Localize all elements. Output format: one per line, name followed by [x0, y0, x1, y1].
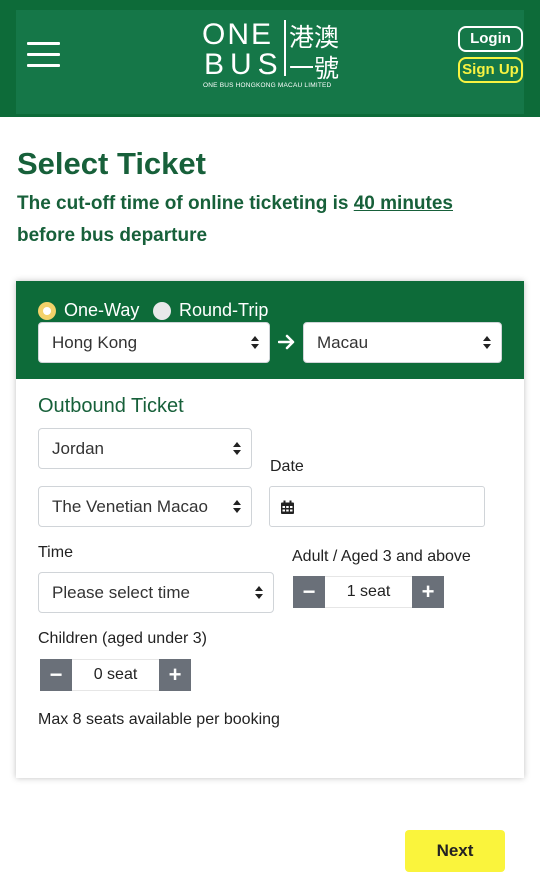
adult-minus-button[interactable]: −: [293, 576, 325, 608]
from-value: Hong Kong: [52, 333, 138, 352]
date-input[interactable]: [269, 486, 485, 527]
logo-text-zh-2: 一號: [289, 54, 340, 83]
select-caret-icon: [251, 336, 259, 350]
radio-unchecked-icon: [153, 301, 171, 320]
notice-prefix: The cut-off time of online ticketing is: [17, 193, 354, 214]
select-caret-icon: [255, 586, 263, 600]
notice-suffix: before bus departure: [17, 225, 208, 246]
route-panel: One-Way Round-Trip Hong Kong Macau: [16, 281, 524, 379]
one-way-radio[interactable]: One-Way: [38, 300, 139, 321]
time-label: Time: [38, 544, 73, 561]
select-caret-icon: [233, 500, 241, 514]
to-value: Macau: [317, 333, 369, 352]
menu-icon[interactable]: [27, 40, 60, 68]
adult-plus-button[interactable]: +: [412, 576, 444, 608]
one-way-label: One-Way: [64, 300, 140, 320]
logo-divider: [284, 20, 286, 76]
select-caret-icon: [233, 442, 241, 456]
date-label: Date: [270, 458, 304, 475]
from-select[interactable]: Hong Kong: [38, 322, 270, 363]
children-seat-count: 0 seat: [72, 659, 159, 691]
one-bus-logo[interactable]: ONE BUS 港澳 一號 ONE BUS HONGKONG MACAU LIM…: [200, 18, 345, 94]
dropoff-select[interactable]: The Venetian Macao: [38, 486, 252, 527]
children-minus-button[interactable]: −: [40, 659, 72, 691]
next-button[interactable]: Next: [405, 830, 505, 872]
select-caret-icon: [483, 336, 491, 350]
round-trip-radio[interactable]: Round-Trip: [153, 300, 268, 321]
pickup-value: Jordan: [52, 439, 104, 458]
outbound-title: Outbound Ticket: [38, 395, 184, 417]
calendar-icon: [281, 500, 294, 514]
children-plus-button[interactable]: +: [159, 659, 191, 691]
radio-checked-icon: [38, 301, 56, 320]
time-placeholder: Please select time: [52, 583, 190, 602]
dropoff-value: The Venetian Macao: [52, 497, 208, 516]
login-button[interactable]: Login: [458, 26, 523, 52]
cutoff-notice: The cut-off time of online ticketing is …: [17, 188, 517, 252]
max-seats-note: Max 8 seats available per booking: [38, 711, 280, 728]
notice-highlight: 40 minutes: [353, 193, 453, 214]
time-select[interactable]: Please select time: [38, 572, 274, 613]
children-stepper: − 0 seat +: [40, 659, 191, 691]
adult-label: Adult / Aged 3 and above: [292, 548, 471, 565]
children-label: Children (aged under 3): [38, 630, 207, 647]
adult-stepper: − 1 seat +: [293, 576, 444, 608]
booking-card: One-Way Round-Trip Hong Kong Macau Outbo…: [16, 281, 524, 778]
pickup-select[interactable]: Jordan: [38, 428, 252, 469]
arrow-right-icon: [278, 334, 295, 350]
logo-text-en-1: ONE: [202, 18, 274, 51]
signup-button[interactable]: Sign Up: [458, 57, 523, 83]
round-trip-label: Round-Trip: [179, 300, 269, 320]
logo-text-en-2: BUS: [204, 48, 284, 81]
adult-seat-count: 1 seat: [325, 576, 412, 608]
app-header: ONE BUS 港澳 一號 ONE BUS HONGKONG MACAU LIM…: [0, 0, 540, 117]
logo-subtitle: ONE BUS HONGKONG MACAU LIMITED: [203, 82, 332, 89]
page-title: Select Ticket: [17, 146, 206, 181]
to-select[interactable]: Macau: [303, 322, 502, 363]
